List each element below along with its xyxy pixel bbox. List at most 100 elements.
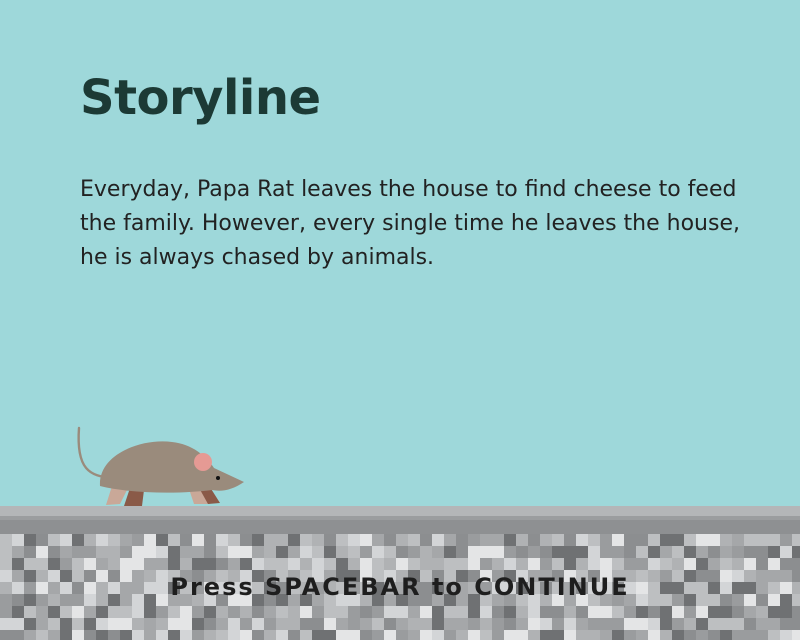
ground-tile <box>432 630 444 640</box>
ground-tile <box>660 534 672 546</box>
ground-tile <box>192 534 204 546</box>
ground-tile <box>492 618 504 630</box>
ground-tile <box>624 618 636 630</box>
ground-tile <box>648 618 660 630</box>
ground-tile <box>624 558 636 570</box>
ground-tile <box>48 618 60 630</box>
story-text: Everyday, Papa Rat leaves the house to f… <box>80 177 740 270</box>
ground-tile <box>192 606 204 618</box>
ground-tile <box>396 546 408 558</box>
ground-tile <box>648 558 660 570</box>
ground-tile <box>300 558 312 570</box>
ground-tile <box>552 558 564 570</box>
ground-tile <box>384 630 396 640</box>
ground-tile <box>324 546 336 558</box>
ground-tile <box>432 534 444 546</box>
ground-tile <box>504 534 516 546</box>
ground-tile <box>492 606 504 618</box>
ground-tile <box>792 606 800 618</box>
ground-tile <box>552 630 564 640</box>
ground-tile <box>660 618 672 630</box>
ground-tile <box>768 606 780 618</box>
ground-tile <box>96 630 108 640</box>
ground-tile <box>120 618 132 630</box>
ground-tile <box>456 606 468 618</box>
ground-tile <box>72 618 84 630</box>
ground-tile <box>792 546 800 558</box>
ground-tile <box>576 606 588 618</box>
ground-tile <box>516 546 528 558</box>
ground-tile <box>228 534 240 546</box>
ground-tile <box>228 606 240 618</box>
ground-tile <box>768 534 780 546</box>
ground-tile <box>216 534 228 546</box>
ground-tile <box>48 606 60 618</box>
ground-tile <box>324 558 336 570</box>
ground-tile <box>708 558 720 570</box>
ground-tile <box>156 618 168 630</box>
ground-tile <box>696 618 708 630</box>
ground-tile <box>312 534 324 546</box>
ground-tile <box>432 546 444 558</box>
ground-tile <box>324 630 336 640</box>
ground-tile <box>780 534 792 546</box>
ground-tile <box>744 618 756 630</box>
ground-tile <box>0 534 12 546</box>
ground-tile <box>276 534 288 546</box>
ground-tile <box>252 546 264 558</box>
ground-tile <box>540 558 552 570</box>
ground-tile <box>528 606 540 618</box>
ground-tile <box>192 618 204 630</box>
ground-tile <box>780 618 792 630</box>
ground-tile <box>504 606 516 618</box>
ground-tile <box>732 546 744 558</box>
ground-tile <box>636 618 648 630</box>
ground-tile <box>624 606 636 618</box>
ground-tile <box>720 606 732 618</box>
ground-tile <box>312 618 324 630</box>
ground-tile <box>492 546 504 558</box>
ground-tile <box>240 630 252 640</box>
ground-tile <box>636 534 648 546</box>
ground-tile <box>408 546 420 558</box>
ground-tile <box>48 630 60 640</box>
game-screen[interactable]: Storyline Everyday, Papa Rat leaves the … <box>0 0 800 640</box>
ground-tile <box>240 606 252 618</box>
ground-tile <box>408 618 420 630</box>
ground-tile <box>504 618 516 630</box>
ground-tile <box>228 558 240 570</box>
ground-tile <box>228 630 240 640</box>
ground-tile <box>564 534 576 546</box>
ground-tile <box>756 558 768 570</box>
ground-tile <box>588 534 600 546</box>
ground-tile <box>276 618 288 630</box>
ground-tile <box>168 558 180 570</box>
ground-tile <box>588 630 600 640</box>
ground-tile <box>744 558 756 570</box>
ground-tile <box>276 630 288 640</box>
ground-tile <box>156 558 168 570</box>
ground-tile <box>0 618 12 630</box>
ground-tile <box>360 618 372 630</box>
ground-tile <box>252 534 264 546</box>
ground-tile <box>780 546 792 558</box>
ground-tile <box>204 618 216 630</box>
ground-tile <box>84 546 96 558</box>
ground-tile <box>204 630 216 640</box>
ground-tile <box>600 606 612 618</box>
ground-tile <box>648 630 660 640</box>
ground-tile <box>36 546 48 558</box>
ground-tile <box>408 630 420 640</box>
ground-tile <box>36 618 48 630</box>
rat-sprite <box>77 426 245 506</box>
ground-tile <box>756 546 768 558</box>
ground-tile <box>444 606 456 618</box>
ground-tile <box>348 534 360 546</box>
ground-tile <box>24 630 36 640</box>
ground-tile <box>660 546 672 558</box>
ground-tile <box>264 558 276 570</box>
ground-tile <box>420 546 432 558</box>
ground-tile <box>480 534 492 546</box>
ground-tile <box>120 630 132 640</box>
ground-tile <box>192 546 204 558</box>
